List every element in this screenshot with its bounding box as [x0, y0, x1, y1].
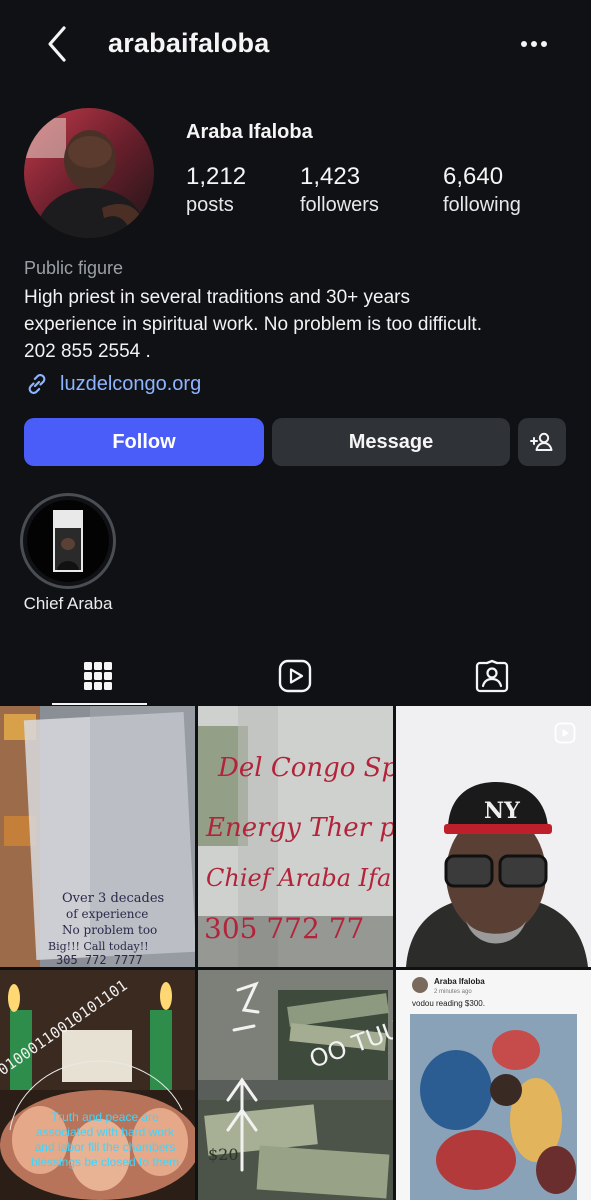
message-button[interactable]: Message — [272, 418, 510, 466]
profile-website-link[interactable]: luzdelcongo.org — [24, 371, 201, 397]
post-thumbnail[interactable]: 01000110010101101 Truth and peace are as… — [0, 970, 195, 1200]
post-text: No problem too — [62, 923, 157, 937]
stat-following[interactable]: 6,640 following — [443, 163, 521, 219]
post-text: Over 3 decades — [62, 891, 164, 906]
stat-label: following — [443, 194, 521, 216]
stat-label: followers — [300, 194, 379, 216]
post-text: 305 772 7777 — [56, 953, 143, 967]
profile-avatar[interactable] — [24, 108, 154, 238]
suggested-users-button[interactable] — [518, 418, 566, 466]
post-text: 305 772 77 — [204, 912, 364, 945]
story-highlight[interactable]: Chief Araba — [20, 493, 116, 613]
post-text: Truth and peace are associated with hard… — [30, 1110, 180, 1169]
post-author: Araba Ifaloba — [434, 977, 485, 986]
reels-icon — [278, 659, 312, 693]
website-text: luzdelcongo.org — [60, 372, 202, 395]
tab-reels[interactable] — [275, 656, 315, 696]
stat-value: 6,640 — [443, 163, 504, 190]
add-user-icon — [530, 432, 553, 451]
post-text: of experience — [66, 907, 148, 921]
bio-line[interactable]: 202 855 2554 . — [24, 338, 574, 365]
more-options-icon[interactable] — [516, 30, 552, 58]
top-bar: arabaifaloba — [0, 0, 591, 90]
svg-text:$20: $20 — [208, 1145, 239, 1164]
profile-category: Public figure — [24, 258, 124, 278]
stat-followers[interactable]: 1,423 followers — [300, 163, 379, 219]
post-caption: vodou reading $300. — [412, 999, 485, 1008]
profile-username: arabaifaloba — [108, 28, 270, 58]
stat-label: posts — [186, 194, 234, 216]
stat-posts[interactable]: 1,212 posts — [186, 163, 246, 219]
post-text: Energy Ther p — [205, 813, 393, 843]
grid-icon — [84, 662, 112, 690]
tagged-icon — [475, 659, 509, 693]
post-thumbnail[interactable]: Araba Ifaloba 2 minutes ago vodou readin… — [396, 970, 591, 1200]
bio-line: High priest in several traditions and 30… — [24, 287, 411, 308]
profile-bio: High priest in several traditions and 30… — [24, 284, 574, 365]
follow-button[interactable]: Follow — [24, 418, 264, 466]
back-icon[interactable] — [38, 22, 78, 66]
post-thumbnail[interactable]: $20 OO TUU — [198, 970, 393, 1200]
post-thumbnail[interactable]: Over 3 decades of experience No problem … — [0, 706, 195, 967]
profile-tabs — [0, 648, 591, 706]
post-text: Big!!! Call today!! — [48, 940, 149, 953]
highlight-cover — [27, 500, 109, 582]
reel-indicator-icon — [554, 722, 576, 744]
cap-logo-text: NY — [484, 798, 520, 824]
post-text: Del Congo Spi — [217, 753, 393, 783]
stat-value: 1,423 — [300, 163, 361, 190]
posts-grid: Over 3 decades of experience No problem … — [0, 706, 591, 1200]
display-name: Araba Ifaloba — [186, 121, 313, 143]
bio-line: experience in spiritual work. No problem… — [24, 314, 482, 335]
tab-posts[interactable] — [78, 656, 118, 696]
highlight-label: Chief Araba — [23, 594, 113, 613]
post-thumbnail[interactable]: NY — [396, 706, 591, 967]
post-thumbnail[interactable]: Del Congo Spi Energy Ther p Chief Araba … — [198, 706, 393, 967]
highlight-ring — [20, 493, 116, 589]
stat-value: 1,212 — [186, 163, 247, 190]
post-text: Chief Araba Ifa — [206, 864, 391, 892]
link-icon — [28, 374, 46, 394]
active-tab-indicator — [52, 703, 147, 705]
post-time: 2 minutes ago — [434, 989, 472, 995]
tab-tagged[interactable] — [472, 656, 512, 696]
